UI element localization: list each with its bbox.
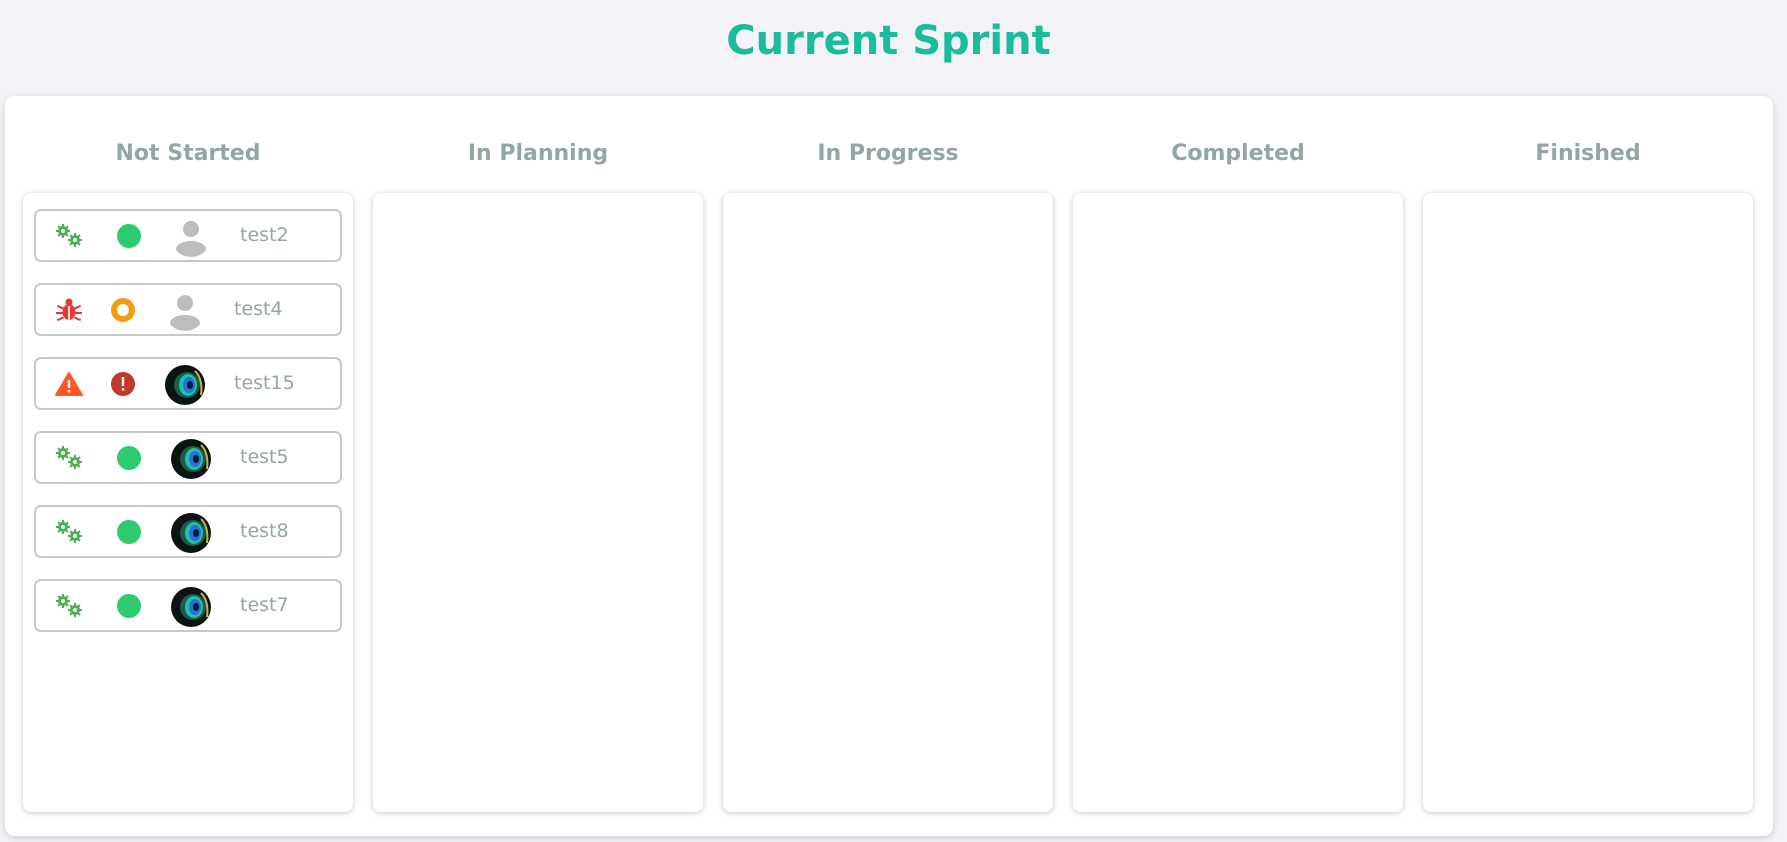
task-card[interactable]: test2 — [34, 209, 342, 262]
gears-icon — [56, 520, 82, 543]
peacock-photo-avatar — [171, 587, 211, 627]
peacock-photo-avatar — [171, 513, 211, 553]
green-dot-icon — [117, 446, 141, 470]
column-dropzone[interactable] — [373, 193, 703, 812]
column-dropzone[interactable] — [1423, 193, 1753, 812]
column-title: Not Started — [115, 141, 261, 166]
red-exclamation-icon — [111, 372, 135, 396]
task-name: test4 — [234, 298, 283, 320]
task-name: test5 — [240, 446, 289, 468]
sprint-board: Not Started test2 test4 test15 test5 tes… — [5, 96, 1773, 836]
task-card[interactable]: test15 — [34, 357, 342, 410]
column-dropzone[interactable]: test2 test4 test15 test5 test8 test7 — [23, 193, 353, 812]
task-card[interactable]: test8 — [34, 505, 342, 558]
column-dropzone[interactable] — [1073, 193, 1403, 812]
task-name: test15 — [234, 372, 295, 394]
column-title: In Planning — [467, 141, 609, 166]
task-card[interactable]: test7 — [34, 579, 342, 632]
task-card[interactable]: test4 — [34, 283, 342, 336]
bug-icon — [56, 298, 82, 322]
orange-ring-icon — [111, 298, 135, 322]
warning-triangle-icon — [55, 372, 83, 396]
gears-icon — [56, 224, 82, 247]
default-user-avatar — [171, 217, 211, 257]
gears-icon — [56, 446, 82, 469]
column-title: In Progress — [817, 141, 959, 166]
gears-icon — [56, 594, 82, 617]
task-name: test2 — [240, 224, 289, 246]
green-dot-icon — [117, 520, 141, 544]
task-name: test7 — [240, 594, 289, 616]
column-title: Finished — [1535, 141, 1641, 166]
column-dropzone[interactable] — [723, 193, 1053, 812]
green-dot-icon — [117, 594, 141, 618]
page-title: Current Sprint — [726, 18, 1051, 64]
peacock-photo-avatar — [171, 439, 211, 479]
peacock-photo-avatar — [165, 365, 205, 405]
green-dot-icon — [117, 224, 141, 248]
task-name: test8 — [240, 520, 289, 542]
column-title: Completed — [1171, 141, 1305, 166]
default-user-avatar — [165, 291, 205, 331]
task-card[interactable]: test5 — [34, 431, 342, 484]
